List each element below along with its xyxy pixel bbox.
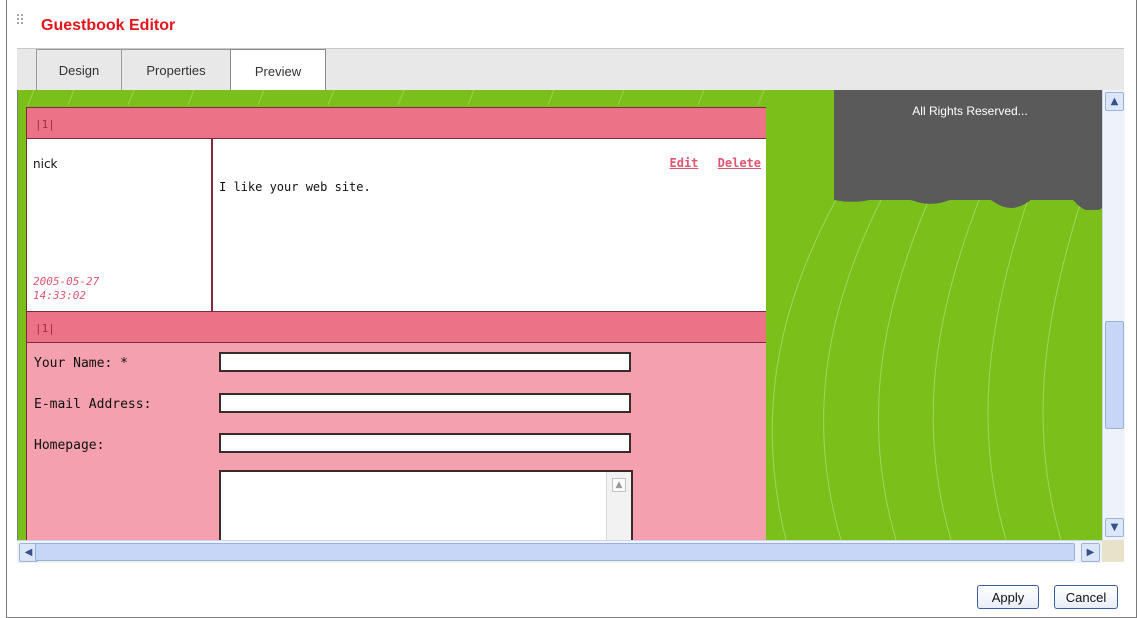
- scrollbar-corner: [1102, 540, 1124, 562]
- entry-actions: Edit Delete: [658, 156, 762, 170]
- textarea-up-arrow-icon[interactable]: ▲: [612, 478, 626, 492]
- homepage-field[interactable]: [219, 433, 631, 453]
- entry-date: 2005-05-27: [33, 275, 100, 288]
- tab-bar: Design Properties Preview: [17, 48, 1124, 92]
- entry-header-text: |1|: [35, 118, 55, 131]
- entry-header: |1|: [27, 108, 767, 139]
- horizontal-scroll-thumb[interactable]: [35, 543, 1075, 561]
- title-bar: Guestbook Editor: [7, 0, 1136, 46]
- torn-edge-decoration: [834, 190, 1103, 210]
- name-label: Your Name: *: [34, 356, 128, 371]
- preview-viewport: |1| nick 2005-05-27 14:33:02 Edit Delete…: [17, 90, 1103, 540]
- guestbook-block: |1| nick 2005-05-27 14:33:02 Edit Delete…: [26, 107, 768, 540]
- scroll-right-arrow-icon[interactable]: ▶: [1081, 543, 1100, 562]
- apply-button[interactable]: Apply: [977, 585, 1039, 609]
- homepage-label: Homepage:: [34, 438, 105, 453]
- tab-preview[interactable]: Preview: [230, 49, 326, 92]
- tab-properties[interactable]: Properties: [121, 49, 231, 90]
- author-column: nick 2005-05-27 14:33:02: [27, 139, 213, 311]
- scroll-down-arrow-icon[interactable]: ▼: [1105, 518, 1124, 537]
- guestbook-entry: nick 2005-05-27 14:33:02 Edit Delete I l…: [27, 139, 767, 312]
- side-panel: All Rights Reserved...: [766, 90, 1103, 540]
- cancel-button[interactable]: Cancel: [1054, 585, 1118, 609]
- entry-timestamp: 2005-05-27 14:33:02: [33, 275, 99, 303]
- form-header: |1|: [27, 312, 767, 343]
- form-header-text: |1|: [35, 322, 55, 335]
- message-textarea[interactable]: ▲: [219, 470, 633, 540]
- horizontal-scrollbar[interactable]: ◀ ▶: [17, 540, 1102, 563]
- scroll-up-arrow-icon[interactable]: ▲: [1105, 92, 1124, 111]
- entry-time: 14:33:02: [33, 289, 86, 302]
- email-field[interactable]: [219, 393, 631, 413]
- stripe-pattern: [27, 90, 765, 105]
- vertical-scrollbar[interactable]: ▲ ▼: [1102, 90, 1125, 540]
- tab-design[interactable]: Design: [36, 49, 122, 90]
- email-label: E-mail Address:: [34, 397, 152, 412]
- vertical-scroll-thumb[interactable]: [1105, 321, 1124, 429]
- guestbook-editor-window: Guestbook Editor Design Properties Previ…: [6, 0, 1137, 618]
- entry-message: I like your web site.: [219, 180, 371, 194]
- delete-link[interactable]: Delete: [718, 156, 761, 170]
- window-title: Guestbook Editor: [41, 17, 176, 34]
- rights-text: All Rights Reserved...: [912, 104, 1028, 118]
- grip-icon: [17, 14, 27, 28]
- name-field[interactable]: [219, 352, 631, 372]
- textarea-scrollbar[interactable]: ▲: [606, 472, 631, 540]
- edit-link[interactable]: Edit: [670, 156, 699, 170]
- entry-author: nick: [33, 157, 58, 171]
